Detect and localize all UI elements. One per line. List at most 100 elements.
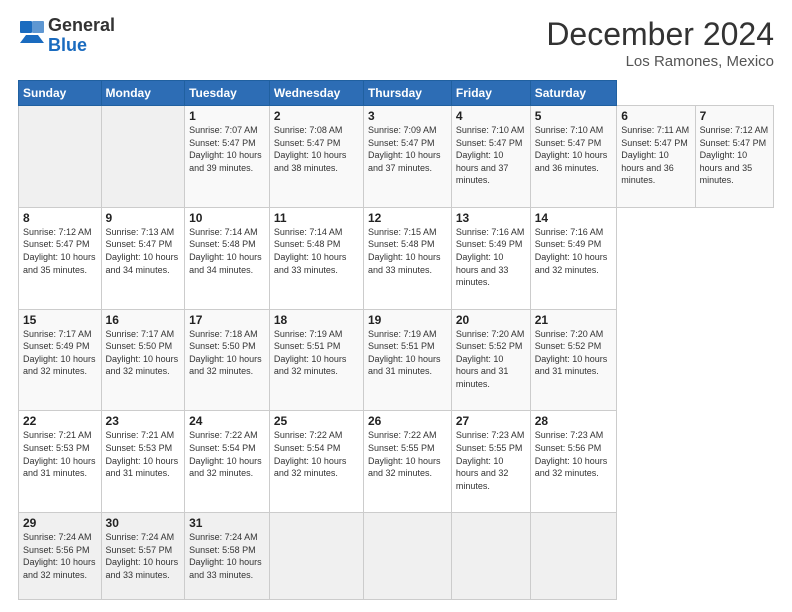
day-number: 1 xyxy=(189,109,265,123)
title-section: December 2024 Los Ramones, Mexico xyxy=(546,16,774,70)
calendar-cell: 5Sunrise: 7:10 AMSunset: 5:47 PMDaylight… xyxy=(530,106,617,208)
header-monday: Monday xyxy=(101,81,185,106)
day-info: Sunrise: 7:07 AMSunset: 5:47 PMDaylight:… xyxy=(189,124,265,174)
day-info: Sunrise: 7:19 AMSunset: 5:51 PMDaylight:… xyxy=(368,328,447,378)
calendar-cell: 14Sunrise: 7:16 AMSunset: 5:49 PMDayligh… xyxy=(530,207,617,309)
day-number: 6 xyxy=(621,109,690,123)
day-number: 8 xyxy=(23,211,97,225)
calendar-cell: 15Sunrise: 7:17 AMSunset: 5:49 PMDayligh… xyxy=(19,309,102,411)
calendar-cell: 20Sunrise: 7:20 AMSunset: 5:52 PMDayligh… xyxy=(451,309,530,411)
day-number: 28 xyxy=(535,414,613,428)
calendar-cell: 9Sunrise: 7:13 AMSunset: 5:47 PMDaylight… xyxy=(101,207,185,309)
day-info: Sunrise: 7:23 AMSunset: 5:56 PMDaylight:… xyxy=(535,429,613,479)
day-number: 15 xyxy=(23,313,97,327)
calendar-cell: 17Sunrise: 7:18 AMSunset: 5:50 PMDayligh… xyxy=(185,309,270,411)
day-number: 2 xyxy=(274,109,359,123)
week-row-4: 22Sunrise: 7:21 AMSunset: 5:53 PMDayligh… xyxy=(19,411,774,513)
day-info: Sunrise: 7:15 AMSunset: 5:48 PMDaylight:… xyxy=(368,226,447,276)
calendar-cell: 18Sunrise: 7:19 AMSunset: 5:51 PMDayligh… xyxy=(269,309,363,411)
calendar-cell: 8Sunrise: 7:12 AMSunset: 5:47 PMDaylight… xyxy=(19,207,102,309)
calendar-cell: 31Sunrise: 7:24 AMSunset: 5:58 PMDayligh… xyxy=(185,513,270,600)
day-number: 4 xyxy=(456,109,526,123)
day-number: 20 xyxy=(456,313,526,327)
location-subtitle: Los Ramones, Mexico xyxy=(546,53,774,70)
header-tuesday: Tuesday xyxy=(185,81,270,106)
day-info: Sunrise: 7:24 AMSunset: 5:58 PMDaylight:… xyxy=(189,531,265,581)
calendar-header-row: SundayMondayTuesdayWednesdayThursdayFrid… xyxy=(19,81,774,106)
day-info: Sunrise: 7:11 AMSunset: 5:47 PMDaylight:… xyxy=(621,124,690,187)
day-info: Sunrise: 7:14 AMSunset: 5:48 PMDaylight:… xyxy=(274,226,359,276)
day-info: Sunrise: 7:18 AMSunset: 5:50 PMDaylight:… xyxy=(189,328,265,378)
week-row-1: 1Sunrise: 7:07 AMSunset: 5:47 PMDaylight… xyxy=(19,106,774,208)
logo: General Blue xyxy=(18,16,115,56)
month-title: December 2024 xyxy=(546,16,774,53)
day-info: Sunrise: 7:10 AMSunset: 5:47 PMDaylight:… xyxy=(535,124,613,174)
week-row-5: 29Sunrise: 7:24 AMSunset: 5:56 PMDayligh… xyxy=(19,513,774,600)
calendar-cell xyxy=(269,513,363,600)
day-number: 18 xyxy=(274,313,359,327)
day-info: Sunrise: 7:22 AMSunset: 5:55 PMDaylight:… xyxy=(368,429,447,479)
day-info: Sunrise: 7:17 AMSunset: 5:49 PMDaylight:… xyxy=(23,328,97,378)
day-info: Sunrise: 7:23 AMSunset: 5:55 PMDaylight:… xyxy=(456,429,526,492)
day-info: Sunrise: 7:22 AMSunset: 5:54 PMDaylight:… xyxy=(274,429,359,479)
day-info: Sunrise: 7:17 AMSunset: 5:50 PMDaylight:… xyxy=(106,328,181,378)
logo-text-blue: Blue xyxy=(48,35,87,55)
calendar-cell: 24Sunrise: 7:22 AMSunset: 5:54 PMDayligh… xyxy=(185,411,270,513)
day-number: 24 xyxy=(189,414,265,428)
header-wednesday: Wednesday xyxy=(269,81,363,106)
calendar-cell xyxy=(19,106,102,208)
day-info: Sunrise: 7:09 AMSunset: 5:47 PMDaylight:… xyxy=(368,124,447,174)
calendar-cell xyxy=(530,513,617,600)
logo-icon xyxy=(18,19,46,52)
calendar-cell: 1Sunrise: 7:07 AMSunset: 5:47 PMDaylight… xyxy=(185,106,270,208)
day-number: 13 xyxy=(456,211,526,225)
day-number: 11 xyxy=(274,211,359,225)
day-number: 30 xyxy=(106,516,181,530)
week-row-2: 8Sunrise: 7:12 AMSunset: 5:47 PMDaylight… xyxy=(19,207,774,309)
day-number: 9 xyxy=(106,211,181,225)
calendar-cell xyxy=(101,106,185,208)
day-number: 23 xyxy=(106,414,181,428)
day-number: 3 xyxy=(368,109,447,123)
calendar-cell: 7Sunrise: 7:12 AMSunset: 5:47 PMDaylight… xyxy=(695,106,773,208)
week-row-3: 15Sunrise: 7:17 AMSunset: 5:49 PMDayligh… xyxy=(19,309,774,411)
day-number: 29 xyxy=(23,516,97,530)
day-number: 16 xyxy=(106,313,181,327)
day-info: Sunrise: 7:12 AMSunset: 5:47 PMDaylight:… xyxy=(23,226,97,276)
calendar-page: General Blue December 2024 Los Ramones, … xyxy=(0,0,792,612)
calendar-cell: 13Sunrise: 7:16 AMSunset: 5:49 PMDayligh… xyxy=(451,207,530,309)
calendar-cell: 11Sunrise: 7:14 AMSunset: 5:48 PMDayligh… xyxy=(269,207,363,309)
header-saturday: Saturday xyxy=(530,81,617,106)
day-info: Sunrise: 7:21 AMSunset: 5:53 PMDaylight:… xyxy=(106,429,181,479)
day-info: Sunrise: 7:14 AMSunset: 5:48 PMDaylight:… xyxy=(189,226,265,276)
day-info: Sunrise: 7:16 AMSunset: 5:49 PMDaylight:… xyxy=(456,226,526,289)
day-info: Sunrise: 7:12 AMSunset: 5:47 PMDaylight:… xyxy=(700,124,769,187)
day-number: 12 xyxy=(368,211,447,225)
calendar-cell: 6Sunrise: 7:11 AMSunset: 5:47 PMDaylight… xyxy=(617,106,695,208)
logo-text-general: General xyxy=(48,15,115,35)
day-info: Sunrise: 7:21 AMSunset: 5:53 PMDaylight:… xyxy=(23,429,97,479)
day-info: Sunrise: 7:20 AMSunset: 5:52 PMDaylight:… xyxy=(535,328,613,378)
day-info: Sunrise: 7:08 AMSunset: 5:47 PMDaylight:… xyxy=(274,124,359,174)
day-info: Sunrise: 7:16 AMSunset: 5:49 PMDaylight:… xyxy=(535,226,613,276)
calendar-cell: 21Sunrise: 7:20 AMSunset: 5:52 PMDayligh… xyxy=(530,309,617,411)
day-info: Sunrise: 7:22 AMSunset: 5:54 PMDaylight:… xyxy=(189,429,265,479)
day-number: 17 xyxy=(189,313,265,327)
day-number: 26 xyxy=(368,414,447,428)
calendar-cell xyxy=(363,513,451,600)
day-info: Sunrise: 7:24 AMSunset: 5:56 PMDaylight:… xyxy=(23,531,97,581)
calendar-cell: 19Sunrise: 7:19 AMSunset: 5:51 PMDayligh… xyxy=(363,309,451,411)
calendar-cell: 29Sunrise: 7:24 AMSunset: 5:56 PMDayligh… xyxy=(19,513,102,600)
calendar-cell: 25Sunrise: 7:22 AMSunset: 5:54 PMDayligh… xyxy=(269,411,363,513)
calendar-cell: 10Sunrise: 7:14 AMSunset: 5:48 PMDayligh… xyxy=(185,207,270,309)
calendar-cell: 23Sunrise: 7:21 AMSunset: 5:53 PMDayligh… xyxy=(101,411,185,513)
header-friday: Friday xyxy=(451,81,530,106)
calendar-cell: 4Sunrise: 7:10 AMSunset: 5:47 PMDaylight… xyxy=(451,106,530,208)
header: General Blue December 2024 Los Ramones, … xyxy=(18,16,774,70)
header-sunday: Sunday xyxy=(19,81,102,106)
day-info: Sunrise: 7:13 AMSunset: 5:47 PMDaylight:… xyxy=(106,226,181,276)
day-info: Sunrise: 7:20 AMSunset: 5:52 PMDaylight:… xyxy=(456,328,526,391)
day-number: 10 xyxy=(189,211,265,225)
calendar-cell: 16Sunrise: 7:17 AMSunset: 5:50 PMDayligh… xyxy=(101,309,185,411)
calendar-cell: 27Sunrise: 7:23 AMSunset: 5:55 PMDayligh… xyxy=(451,411,530,513)
